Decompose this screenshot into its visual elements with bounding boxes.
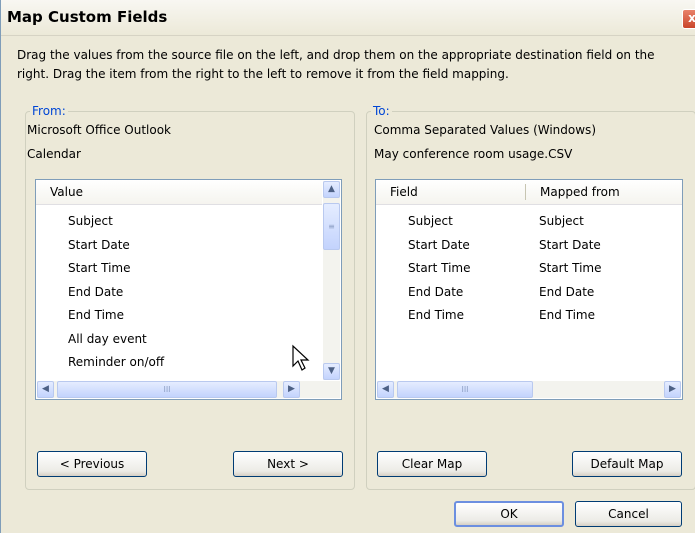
- next-button[interactable]: Next >: [233, 451, 343, 477]
- chevron-left-icon: ◀: [42, 384, 49, 394]
- source-value-item[interactable]: End Date: [68, 281, 123, 304]
- ok-button[interactable]: OK: [454, 501, 564, 527]
- dialog-title: Map Custom Fields: [7, 8, 168, 26]
- source-value-item[interactable]: End Time: [68, 304, 124, 327]
- title-bar: Map Custom Fields x: [1, 0, 695, 36]
- mapping-horizontal-scrollbar[interactable]: ◀ III ▶: [377, 381, 681, 398]
- source-vertical-scrollbar[interactable]: ▲ ≡ ▼: [323, 181, 340, 380]
- source-value-item[interactable]: Start Time: [68, 257, 131, 280]
- mapping-field-cell[interactable]: Start Time: [408, 257, 471, 280]
- close-icon: x: [688, 11, 695, 25]
- horizontal-scroll-thumb[interactable]: III: [57, 381, 277, 398]
- chevron-right-icon: ▶: [669, 384, 676, 394]
- previous-button[interactable]: < Previous: [37, 451, 147, 477]
- grip-icon: III: [461, 385, 469, 394]
- chevron-left-icon: ◀: [382, 384, 389, 394]
- scroll-up-button[interactable]: ▲: [323, 181, 340, 198]
- mapping-list-header: Field Mapped from: [376, 180, 682, 205]
- source-value-item[interactable]: Subject: [68, 210, 113, 233]
- scroll-right-button[interactable]: ▶: [283, 381, 300, 398]
- source-folder: Calendar: [27, 147, 81, 161]
- source-list-header: Value: [36, 180, 322, 205]
- instructions-text: Drag the values from the source file on …: [17, 48, 655, 81]
- chevron-up-icon: ▲: [328, 184, 335, 194]
- mapping-field-cell[interactable]: End Time: [408, 304, 464, 327]
- source-horizontal-scrollbar[interactable]: ◀ III ▶: [37, 381, 340, 398]
- mouse-pointer-icon: [292, 344, 310, 371]
- scroll-left-button[interactable]: ◀: [377, 381, 394, 398]
- destination-format: Comma Separated Values (Windows): [374, 123, 596, 137]
- source-value-item[interactable]: Reminder on/off: [68, 351, 164, 374]
- mapping-source-cell[interactable]: Start Time: [539, 257, 602, 280]
- mapping-field-cell[interactable]: End Date: [408, 281, 463, 304]
- vertical-scroll-thumb[interactable]: ≡: [323, 203, 340, 250]
- mapped-from-column-header[interactable]: Mapped from: [540, 185, 620, 199]
- field-column-header[interactable]: Field: [390, 185, 418, 199]
- close-button[interactable]: x: [682, 9, 695, 29]
- horizontal-scroll-thumb[interactable]: III: [397, 381, 533, 398]
- clear-map-button[interactable]: Clear Map: [377, 451, 487, 477]
- from-legend: From:: [32, 104, 66, 118]
- chevron-right-icon: ▶: [288, 384, 295, 394]
- scroll-right-button[interactable]: ▶: [664, 381, 681, 398]
- source-app: Microsoft Office Outlook: [27, 123, 171, 137]
- grip-icon: ≡: [328, 222, 335, 231]
- field-mapping-list[interactable]: Field Mapped from Subject Subject Start Da…: [375, 179, 683, 400]
- mapping-source-cell[interactable]: Start Date: [539, 234, 601, 257]
- mapping-source-cell[interactable]: Subject: [539, 210, 584, 233]
- mapping-source-cell[interactable]: End Date: [539, 281, 594, 304]
- default-map-button[interactable]: Default Map: [572, 451, 682, 477]
- column-separator[interactable]: [525, 184, 526, 200]
- chevron-down-icon: ▼: [328, 366, 335, 376]
- scroll-down-button[interactable]: ▼: [323, 363, 340, 380]
- destination-file: May conference room usage.CSV: [374, 147, 573, 161]
- scroll-left-button[interactable]: ◀: [37, 381, 54, 398]
- mapping-field-cell[interactable]: Subject: [408, 210, 453, 233]
- grip-icon: III: [163, 385, 171, 394]
- to-legend: To:: [373, 104, 390, 118]
- value-column-header[interactable]: Value: [50, 185, 83, 199]
- mapping-field-cell[interactable]: Start Date: [408, 234, 470, 257]
- source-value-item[interactable]: All day event: [68, 328, 147, 351]
- source-value-item[interactable]: Start Date: [68, 234, 130, 257]
- cancel-button[interactable]: Cancel: [575, 501, 682, 527]
- map-custom-fields-dialog: Map Custom Fields x Drag the values from…: [0, 0, 695, 533]
- mapping-source-cell[interactable]: End Time: [539, 304, 595, 327]
